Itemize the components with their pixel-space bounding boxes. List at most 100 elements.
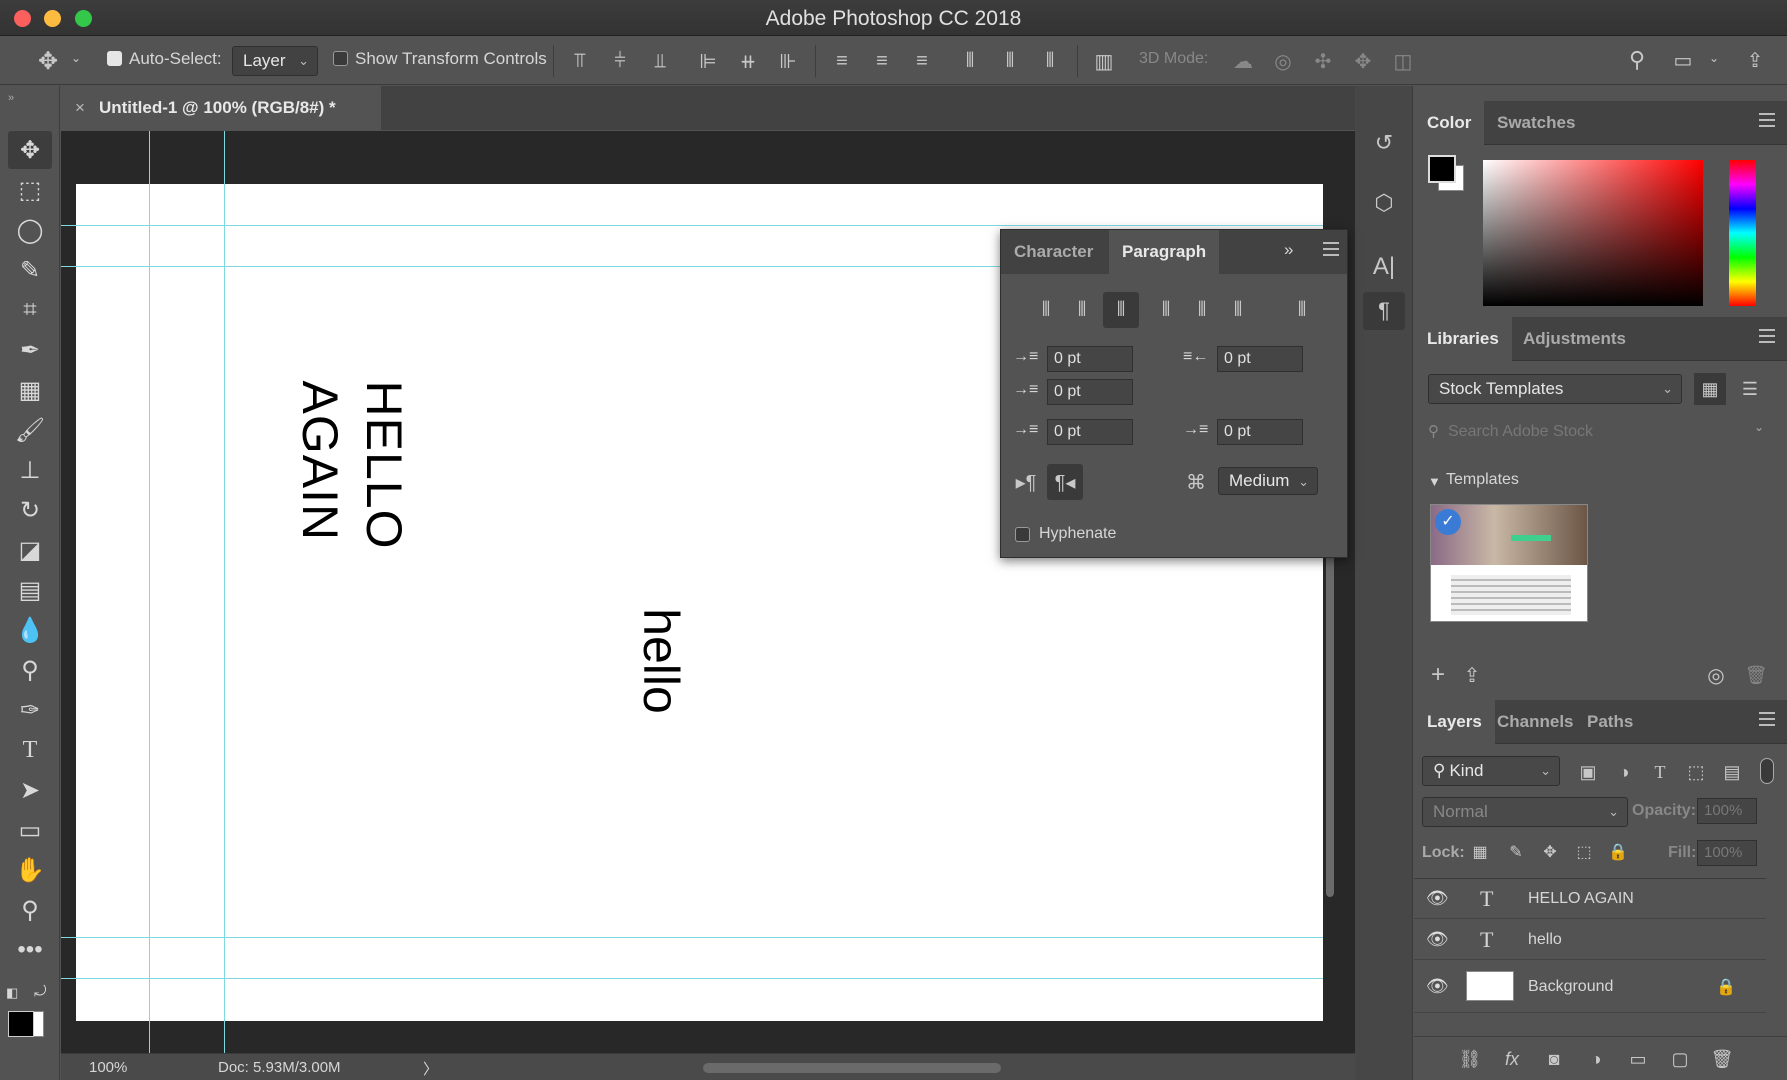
hue-slider[interactable] (1729, 160, 1756, 306)
close-tab-icon[interactable]: × (75, 98, 85, 118)
tab-swatches[interactable]: Swatches (1484, 101, 1588, 145)
align-bottom-icon[interactable]: ⫫ (645, 47, 675, 75)
align-vcenter-icon[interactable]: ⫩ (605, 47, 635, 75)
lock-artboard-icon[interactable]: ⬚ (1572, 840, 1596, 864)
crop-tool-icon[interactable]: ⌗ (8, 291, 52, 329)
align-bottom-text-icon[interactable]: ⦀ (1103, 292, 1139, 328)
roll-3d-icon[interactable]: ◎ (1268, 47, 1298, 75)
rectangle-tool-icon[interactable]: ▭ (8, 811, 52, 849)
layer-row[interactable]: 👁 T hello (1414, 920, 1766, 960)
align-top-text-icon[interactable]: ⦀ (1031, 295, 1061, 325)
filter-shape-icon[interactable]: ⬚ (1682, 758, 1710, 786)
lock-all-icon[interactable]: 🔒 (1606, 840, 1630, 864)
history-brush-tool-icon[interactable]: ↻ (8, 491, 52, 529)
collapse-icon[interactable]: » (1284, 240, 1293, 260)
visibility-eye-icon[interactable]: 👁 (1426, 976, 1449, 997)
pan-3d-icon[interactable]: ✣ (1308, 47, 1338, 75)
new-group-icon[interactable]: ▭ (1626, 1047, 1650, 1071)
rtl-paragraph-icon[interactable]: ¶◂ (1047, 464, 1083, 500)
opacity-field[interactable]: 100% (1697, 798, 1757, 824)
gradient-tool-icon[interactable]: ▤ (8, 571, 52, 609)
tab-layers[interactable]: Layers (1414, 700, 1495, 744)
hello-text-layer[interactable]: hello (626, 608, 696, 714)
paragraph-panel-icon[interactable]: ¶ (1363, 292, 1405, 330)
template-thumbnail[interactable]: ✓ (1430, 504, 1588, 622)
zoom-level[interactable]: 100% (89, 1059, 127, 1076)
justify-top-icon[interactable]: ⦀ (1151, 295, 1181, 325)
lock-position-icon[interactable]: ✥ (1538, 840, 1562, 864)
pen-tool-icon[interactable]: ✑ (8, 691, 52, 729)
expand-icon[interactable]: » (8, 92, 14, 104)
tab-channels[interactable]: Channels (1484, 700, 1587, 744)
disclosure-triangle-icon[interactable]: ▼ (1428, 474, 1441, 489)
hyphenate-checkbox[interactable] (1015, 527, 1030, 542)
brush-tool-icon[interactable]: 🖌 (8, 411, 52, 449)
library-select[interactable]: Stock Templates ⌄ (1428, 374, 1682, 404)
fill-field[interactable]: 100% (1697, 840, 1757, 866)
justify-all-icon[interactable]: ⦀ (1287, 295, 1317, 325)
link-layers-icon[interactable]: ⛓ (1458, 1047, 1482, 1071)
distribute-bottom-icon[interactable]: ≡ (907, 47, 937, 75)
tab-character[interactable]: Character (1001, 230, 1106, 274)
filter-type-icon[interactable]: T (1646, 758, 1674, 786)
distribute-right-icon[interactable]: ⦀ (1035, 47, 1065, 75)
foreground-color-swatch[interactable] (1428, 155, 1456, 183)
visibility-eye-icon[interactable]: 👁 (1426, 888, 1449, 909)
filter-smart-object-icon[interactable]: ▤ (1718, 758, 1746, 786)
type-tool-icon[interactable]: T (8, 731, 52, 769)
more-tools-icon[interactable]: ••• (8, 931, 52, 969)
quick-select-tool-icon[interactable]: ✎ (8, 251, 52, 289)
auto-select-checkbox[interactable] (107, 51, 122, 66)
space-before-field[interactable]: 0 pt (1047, 419, 1133, 445)
status-menu-arrow[interactable]: 〉 (423, 1058, 438, 1079)
3d-icon[interactable]: ⬡ (1367, 186, 1401, 220)
history-icon[interactable]: ↺ (1367, 126, 1401, 160)
composer-dropdown[interactable]: Medium ⌄ (1218, 467, 1318, 495)
trash-icon[interactable]: 🗑 (1744, 663, 1768, 687)
panel-menu-icon[interactable] (1759, 329, 1775, 343)
new-layer-icon[interactable]: ▢ (1668, 1047, 1692, 1071)
distribute-hcenter-icon[interactable]: ⦀ (995, 47, 1025, 75)
filter-toggle[interactable] (1760, 758, 1774, 784)
search-icon[interactable]: ⚲ (1622, 45, 1652, 75)
guide-horizontal[interactable] (61, 937, 1323, 938)
creative-cloud-icon[interactable]: ◎ (1704, 663, 1728, 687)
add-mask-icon[interactable]: ◙ (1542, 1047, 1566, 1071)
blend-mode-select[interactable]: Normal ⌄ (1422, 797, 1628, 827)
add-icon[interactable]: + (1426, 661, 1450, 688)
trash-icon[interactable]: 🗑 (1710, 1047, 1734, 1071)
slide-3d-icon[interactable]: ✥ (1348, 47, 1378, 75)
align-center-text-icon[interactable]: ⦀ (1067, 295, 1097, 325)
fx-icon[interactable]: fx (1500, 1047, 1524, 1071)
move-tool-icon[interactable]: ✥ (32, 45, 64, 77)
chevron-down-icon[interactable]: ⌄ (68, 51, 84, 65)
distribute-vcenter-icon[interactable]: ≡ (867, 47, 897, 75)
justify-bottom-icon[interactable]: ⦀ (1223, 295, 1253, 325)
auto-select-dropdown[interactable]: Layer ⌄ (232, 46, 318, 76)
dodge-tool-icon[interactable]: ⚲ (8, 651, 52, 689)
layer-filter-select[interactable]: ⚲ Kind ⌄ (1422, 756, 1560, 786)
tab-color[interactable]: Color (1414, 101, 1485, 145)
lasso-tool-icon[interactable]: ◯ (8, 211, 52, 249)
lock-pixels-icon[interactable]: ✎ (1504, 840, 1528, 864)
tab-paths[interactable]: Paths (1574, 700, 1646, 744)
auto-align-icon[interactable]: ▥ (1089, 47, 1119, 75)
align-top-icon[interactable]: ⫪ (565, 47, 595, 75)
stock-search-input[interactable]: Search Adobe Stock (1448, 423, 1593, 441)
color-field[interactable] (1483, 160, 1703, 306)
align-hcenter-icon[interactable]: ⧺ (733, 47, 763, 75)
default-colors-icon[interactable]: ◧ (6, 985, 18, 1001)
guide-horizontal[interactable] (61, 225, 1323, 226)
eraser-tool-icon[interactable]: ◪ (8, 531, 52, 569)
chevron-down-icon[interactable]: ⌄ (1706, 51, 1722, 65)
vertical-scrollbar[interactable] (1326, 541, 1334, 897)
chevron-down-icon[interactable]: ⌄ (1754, 420, 1764, 434)
panel-menu-icon[interactable] (1323, 242, 1339, 256)
list-view-icon[interactable]: ☰ (1734, 373, 1766, 405)
eyedropper-tool-icon[interactable]: ✒ (8, 331, 52, 369)
filter-pixel-icon[interactable]: ▣ (1574, 758, 1602, 786)
justify-center-icon[interactable]: ⦀ (1187, 295, 1217, 325)
hand-tool-icon[interactable]: ✋ (8, 851, 52, 889)
grid-view-icon[interactable]: ▦ (1694, 373, 1726, 405)
adjustment-layer-icon[interactable]: ◑ (1584, 1047, 1608, 1071)
